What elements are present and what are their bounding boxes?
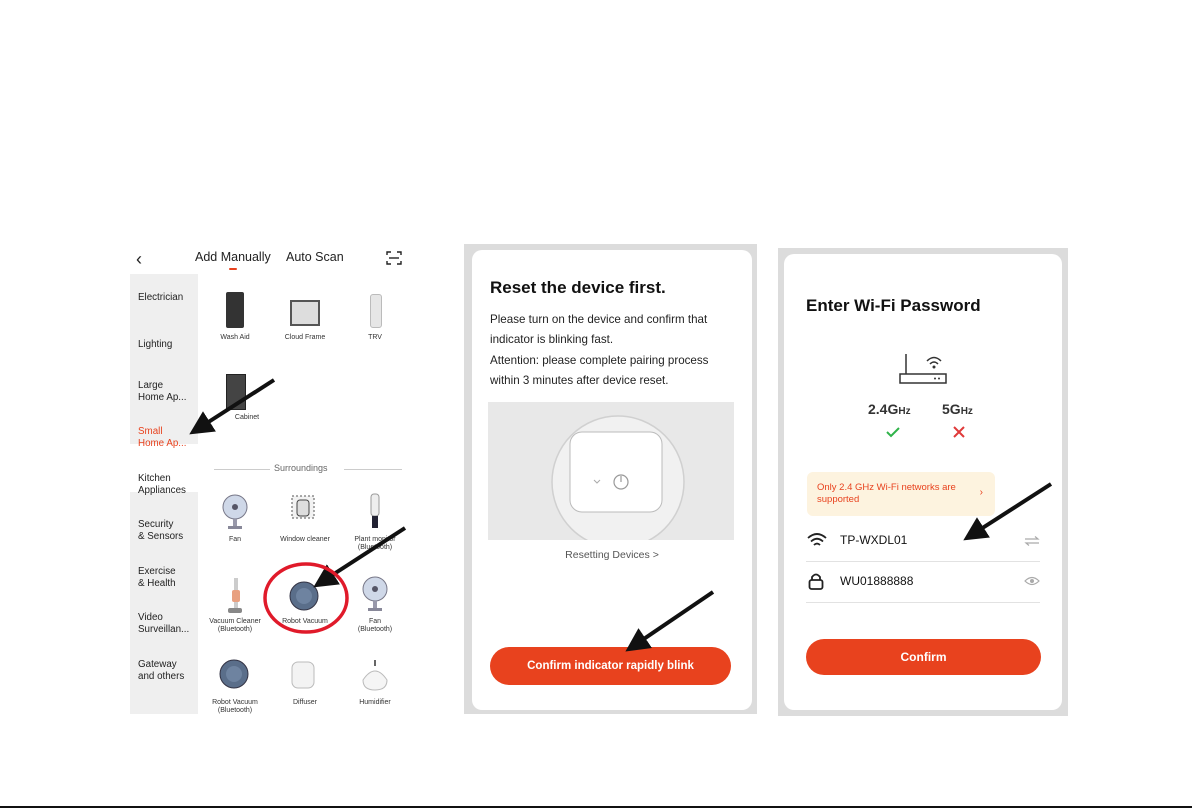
annotation-arrow <box>625 590 715 652</box>
annotation-circle <box>263 562 349 634</box>
annotation-arrow <box>189 378 276 435</box>
annotation-arrow <box>313 526 407 588</box>
page-bottom-rule <box>0 806 1192 808</box>
annotation-overlay <box>189 378 1053 652</box>
annotation-arrow <box>963 482 1053 541</box>
